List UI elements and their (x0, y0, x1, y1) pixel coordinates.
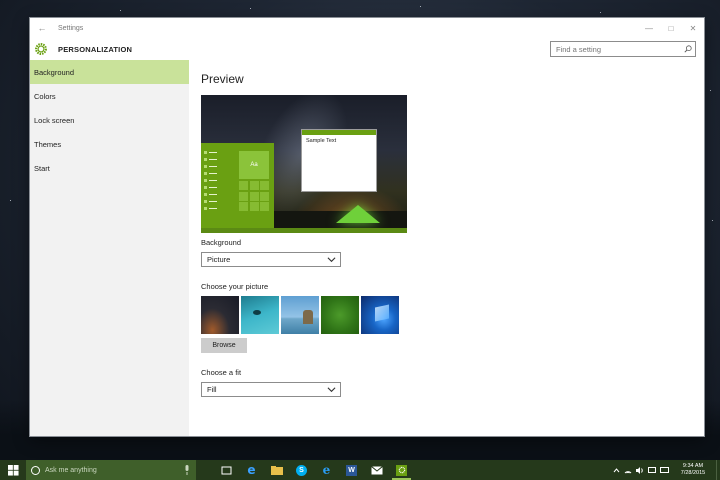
picture-thumbnail-green-leaf[interactable] (321, 296, 359, 334)
background-dropdown-value: Picture (207, 255, 231, 264)
show-hidden-icons-icon[interactable] (610, 467, 622, 473)
preview-tiles: Aa (239, 151, 269, 211)
cortana-icon (31, 465, 40, 475)
settings-header: PERSONALIZATION (30, 38, 704, 60)
preview-tile: Aa (239, 151, 269, 179)
star (10, 200, 11, 201)
settings-taskbar-icon[interactable] (389, 460, 414, 480)
chevron-down-icon (327, 387, 336, 393)
back-arrow-icon[interactable]: ← (30, 23, 54, 33)
star (120, 10, 121, 11)
sidebar-item-colors[interactable]: Colors (30, 84, 189, 108)
minimize-button[interactable]: — (638, 18, 660, 38)
preview-app-list (204, 151, 220, 214)
gear-icon (35, 43, 47, 55)
task-view-icon[interactable] (214, 460, 239, 480)
star (250, 8, 251, 9)
browse-button[interactable]: Browse (201, 338, 247, 353)
background-label: Background (201, 238, 242, 247)
fit-dropdown-value: Fill (207, 385, 217, 394)
start-button[interactable] (0, 460, 26, 480)
taskbar-search-placeholder: Ask me anything (45, 466, 97, 474)
skype-icon[interactable]: S (289, 460, 314, 480)
preview-heading: Preview (201, 72, 244, 86)
fit-dropdown[interactable]: Fill (201, 382, 341, 397)
keyboard-icon[interactable] (658, 467, 670, 473)
star (420, 6, 421, 7)
sidebar-item-start[interactable]: Start (30, 156, 189, 180)
choose-picture-label: Choose your picture (201, 282, 269, 291)
mail-icon[interactable] (364, 460, 389, 480)
settings-window: ← Settings — □ ✕ PERSONALIZATION Backgro… (30, 18, 704, 436)
picture-thumbnails (201, 296, 399, 334)
page-title: PERSONALIZATION (58, 44, 133, 54)
search-icon[interactable] (681, 45, 695, 53)
picture-thumbnail-windows-logo[interactable] (361, 296, 399, 334)
taskbar: Ask me anything e S e W 9:34 AM 7/28/201… (0, 460, 720, 480)
edge-browser-icon[interactable]: e (239, 460, 264, 480)
star (712, 220, 713, 221)
sidebar-item-lock-screen[interactable]: Lock screen (30, 108, 189, 132)
internet-explorer-icon[interactable]: e (314, 460, 339, 480)
show-desktop-button[interactable] (716, 460, 720, 480)
maximize-button[interactable]: □ (660, 18, 682, 38)
clock-time: 9:34 AM (682, 463, 704, 469)
window-title: Settings (58, 24, 84, 32)
background-dropdown[interactable]: Picture (201, 252, 341, 267)
preview-sample-text: Sample Text (306, 138, 337, 144)
choose-fit-label: Choose a fit (201, 368, 242, 377)
title-bar: ← Settings — □ ✕ (30, 18, 704, 38)
preview-sample-window: Sample Text (301, 129, 377, 192)
picture-thumbnail-night-tent[interactable] (201, 296, 239, 334)
main-content: Preview Aa Sample Text Background Pictur… (189, 60, 704, 436)
volume-icon[interactable] (634, 466, 646, 474)
background-preview: Aa Sample Text (201, 95, 407, 233)
windows-logo-icon (7, 464, 19, 476)
microphone-icon[interactable] (184, 465, 190, 475)
network-icon[interactable] (622, 467, 634, 474)
sidebar-item-background[interactable]: Background (30, 60, 189, 84)
system-tray: 9:34 AM 7/28/2015 (610, 460, 720, 480)
preview-tent (336, 205, 380, 223)
picture-thumbnail-beach[interactable] (281, 296, 319, 334)
clock[interactable]: 9:34 AM 7/28/2015 (670, 463, 716, 477)
sidebar: Background Colors Lock screen Themes Sta… (30, 60, 189, 436)
search-input[interactable] (551, 42, 681, 56)
chevron-down-icon (327, 257, 336, 263)
file-explorer-icon[interactable] (264, 460, 289, 480)
star (710, 90, 711, 91)
star (600, 12, 601, 13)
clock-date: 7/28/2015 (680, 470, 706, 476)
search-box[interactable] (550, 41, 696, 57)
sidebar-item-themes[interactable]: Themes (30, 132, 189, 156)
preview-start-menu: Aa (201, 143, 274, 228)
word-icon[interactable]: W (339, 460, 364, 480)
close-button[interactable]: ✕ (682, 18, 704, 38)
taskbar-search-box[interactable]: Ask me anything (26, 460, 196, 480)
window-controls: — □ ✕ (638, 18, 704, 38)
preview-taskbar (201, 228, 407, 233)
picture-thumbnail-swimmer[interactable] (241, 296, 279, 334)
notifications-icon[interactable] (646, 466, 658, 474)
